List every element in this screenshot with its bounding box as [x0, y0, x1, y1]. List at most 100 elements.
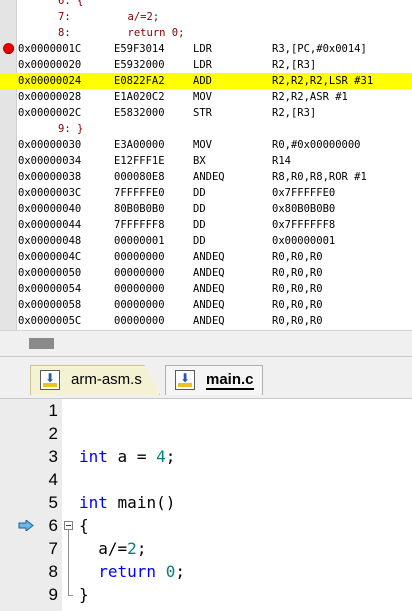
instruction-mnemonic: DD: [193, 203, 206, 215]
tab-arm-asm[interactable]: ⬇ arm-asm.s: [30, 365, 160, 395]
instruction-opcode: E59F3014: [114, 43, 165, 55]
instruction-mnemonic: LDR: [193, 43, 212, 55]
disassembly-window[interactable]: 6: { 7: a/=2; 8: return 0; 0x0000001C E59F30…: [0, 0, 412, 330]
instruction-row[interactable]: 0x0000002C E5832000 STR R2,[R3]: [0, 105, 412, 121]
instruction-address: 0x0000001C: [18, 43, 82, 55]
source-file-icon: ⬇: [40, 370, 60, 390]
instruction-mnemonic: STR: [193, 107, 212, 119]
disassembly-listing: 6: { 7: a/=2; 8: return 0; 0x0000001C E59F30…: [0, 0, 412, 329]
editor-line[interactable]: 8 return 0;: [0, 560, 412, 583]
fold-toggle-icon[interactable]: [64, 521, 73, 530]
instruction-address: 0x00000024: [18, 75, 82, 87]
instruction-operands: R0,R0,R0: [272, 267, 323, 279]
instruction-row[interactable]: 0x0000005C 00000000 ANDEQ R0,R0,R0: [0, 313, 412, 329]
instruction-mnemonic: MOV: [193, 91, 212, 103]
breakpoint-icon[interactable]: [3, 43, 14, 54]
instruction-mnemonic: LDR: [193, 59, 212, 71]
disassembly-source-line[interactable]: 8: return 0;: [0, 25, 412, 41]
source-annotation: 8: return 0;: [58, 27, 185, 39]
horizontal-scrollbar[interactable]: [0, 330, 412, 357]
line-number: 9: [48, 585, 58, 604]
instruction-row[interactable]: 0x00000048 00000001 DD 0x00000001: [0, 233, 412, 249]
code-text[interactable]: a/=2;: [79, 537, 146, 560]
code-text[interactable]: int a = 4;: [79, 445, 175, 468]
instruction-address: 0x00000044: [18, 219, 82, 231]
instruction-row[interactable]: 0x00000054 00000000 ANDEQ R0,R0,R0: [0, 281, 412, 297]
disassembly-source-line[interactable]: 6: {: [0, 0, 412, 9]
instruction-row[interactable]: 0x00000038 000080E8 ANDEQ R8,R0,R8,ROR #1: [0, 169, 412, 185]
fold-range-line: [68, 530, 69, 595]
editor-line[interactable]: 3 int a = 4;: [0, 445, 412, 468]
instruction-opcode: 00000000: [114, 283, 165, 295]
instruction-opcode: E3A00000: [114, 139, 165, 151]
editor-line[interactable]: 1: [0, 399, 412, 422]
instruction-address: 0x00000040: [18, 203, 82, 215]
instruction-opcode: 00000001: [114, 235, 165, 247]
editor-line[interactable]: 6{: [0, 514, 412, 537]
instruction-operands: R2,[R3]: [272, 107, 317, 119]
instruction-operands: R8,R0,R8,ROR #1: [272, 171, 367, 183]
instruction-opcode: 00000000: [114, 315, 165, 327]
line-number: 1: [48, 401, 58, 420]
instruction-row[interactable]: 0x00000050 00000000 ANDEQ R0,R0,R0: [0, 265, 412, 281]
instruction-row[interactable]: 0x0000001C E59F3014 LDR R3,[PC,#0x0014]: [0, 41, 412, 57]
tab-main-c[interactable]: ⬇ main.c: [165, 365, 263, 395]
instruction-row[interactable]: 0x0000004C 00000000 ANDEQ R0,R0,R0: [0, 249, 412, 265]
line-number: 3: [48, 447, 58, 466]
code-editor[interactable]: 1 2 3 int a = 4; 4 5 int main() 6{7 a/=2; 8 retu…: [0, 398, 412, 611]
editor-line[interactable]: 5 int main(): [0, 491, 412, 514]
instruction-mnemonic: DD: [193, 235, 206, 247]
instruction-opcode: E5932000: [114, 59, 165, 71]
instruction-mnemonic: ANDEQ: [193, 171, 225, 183]
instruction-row[interactable]: 0x00000030 E3A00000 MOV R0,#0x00000000: [0, 137, 412, 153]
instruction-opcode: E1A020C2: [114, 91, 165, 103]
instruction-mnemonic: ADD: [193, 75, 212, 87]
instruction-opcode: 80B0B0B0: [114, 203, 165, 215]
instruction-mnemonic: ANDEQ: [193, 299, 225, 311]
editor-tab-bar: ⬇ arm-asm.s ⬇ main.c: [0, 356, 412, 399]
editor-line[interactable]: 2: [0, 422, 412, 445]
line-number: 7: [48, 539, 58, 558]
instruction-address: 0x00000030: [18, 139, 82, 151]
editor-line[interactable]: 4: [0, 468, 412, 491]
instruction-row[interactable]: 0x00000044 7FFFFFF8 DD 0x7FFFFFF8: [0, 217, 412, 233]
current-execution-arrow-icon: [18, 520, 34, 531]
instruction-address: 0x0000004C: [18, 251, 82, 263]
source-annotation: 9: }: [58, 123, 84, 135]
current-instruction-row[interactable]: 0x00000024 E0822FA2 ADD R2,R2,R2,LSR #31: [0, 73, 412, 89]
instruction-mnemonic: DD: [193, 187, 206, 199]
instruction-opcode: 00000000: [114, 251, 165, 263]
instruction-row[interactable]: 0x0000003C 7FFFFFE0 DD 0x7FFFFFE0: [0, 185, 412, 201]
instruction-address: 0x00000048: [18, 235, 82, 247]
disassembly-source-line[interactable]: 9: }: [0, 121, 412, 137]
instruction-operands: R0,R0,R0: [272, 315, 323, 327]
instruction-operands: 0x80B0B0B0: [272, 203, 336, 215]
source-annotation: 6: {: [58, 0, 84, 7]
instruction-row[interactable]: 0x00000020 E5932000 LDR R2,[R3]: [0, 57, 412, 73]
instruction-operands: 0x7FFFFFE0: [272, 187, 336, 199]
editor-line[interactable]: 9}: [0, 583, 412, 606]
instruction-operands: R2,[R3]: [272, 59, 317, 71]
instruction-operands: R0,R0,R0: [272, 251, 323, 263]
instruction-row[interactable]: 0x00000040 80B0B0B0 DD 0x80B0B0B0: [0, 201, 412, 217]
instruction-mnemonic: DD: [193, 219, 206, 231]
instruction-address: 0x00000034: [18, 155, 82, 167]
disassembly-source-line[interactable]: 7: a/=2;: [0, 9, 412, 25]
code-text[interactable]: {: [79, 514, 89, 537]
instruction-address: 0x00000020: [18, 59, 82, 71]
instruction-opcode: 7FFFFFE0: [114, 187, 165, 199]
instruction-row[interactable]: 0x00000028 E1A020C2 MOV R2,R2,ASR #1: [0, 89, 412, 105]
instruction-opcode: E12FFF1E: [114, 155, 165, 167]
instruction-mnemonic: ANDEQ: [193, 283, 225, 295]
code-text[interactable]: }: [79, 583, 89, 606]
code-text[interactable]: return 0;: [79, 560, 185, 583]
instruction-row[interactable]: 0x00000034 E12FFF1E BX R14: [0, 153, 412, 169]
instruction-mnemonic: ANDEQ: [193, 315, 225, 327]
editor-line[interactable]: 7 a/=2;: [0, 537, 412, 560]
instruction-opcode: 000080E8: [114, 171, 165, 183]
code-text[interactable]: int main(): [79, 491, 175, 514]
scrollbar-thumb[interactable]: [29, 338, 54, 349]
instruction-row[interactable]: 0x00000058 00000000 ANDEQ R0,R0,R0: [0, 297, 412, 313]
instruction-opcode: 7FFFFFF8: [114, 219, 165, 231]
tab-label: main.c: [206, 371, 254, 390]
